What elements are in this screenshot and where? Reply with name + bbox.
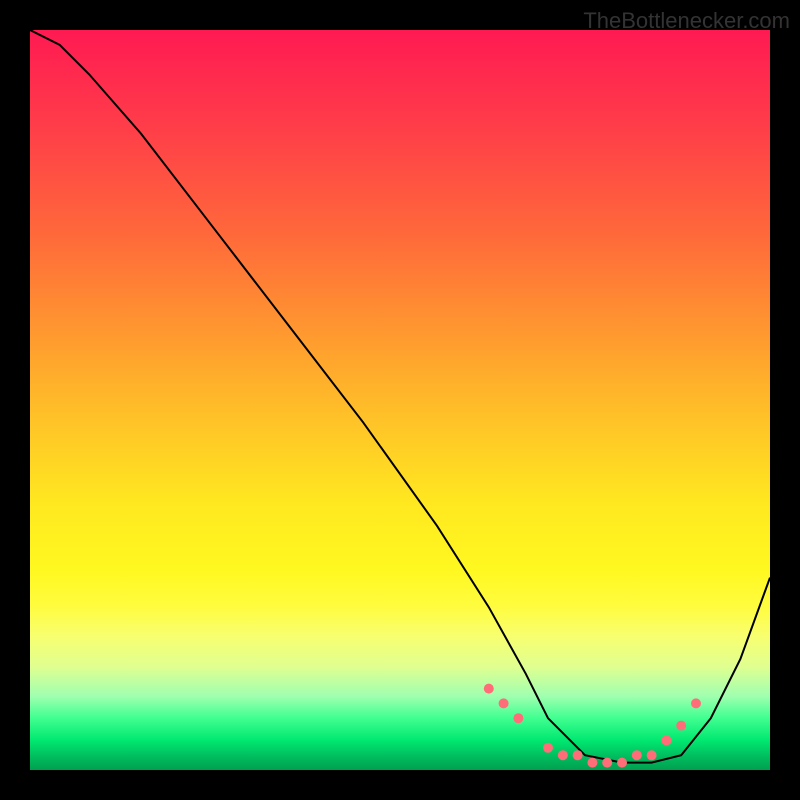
chart-frame: TheBottlenecker.com [0, 0, 800, 800]
marker-dots [484, 684, 701, 768]
marker-dot [676, 721, 686, 731]
bottleneck-curve [30, 30, 770, 763]
marker-dot [647, 750, 657, 760]
plot-area [30, 30, 770, 770]
marker-dot [691, 698, 701, 708]
marker-dot [513, 713, 523, 723]
watermark-text: TheBottlenecker.com [583, 8, 790, 34]
marker-dot [499, 698, 509, 708]
marker-dot [617, 758, 627, 768]
marker-dot [602, 758, 612, 768]
marker-dot [543, 743, 553, 753]
marker-dot [573, 750, 583, 760]
marker-dot [632, 750, 642, 760]
marker-dot [484, 684, 494, 694]
marker-dot [661, 735, 671, 745]
marker-dot [558, 750, 568, 760]
marker-dot [587, 758, 597, 768]
curve-svg [30, 30, 770, 770]
